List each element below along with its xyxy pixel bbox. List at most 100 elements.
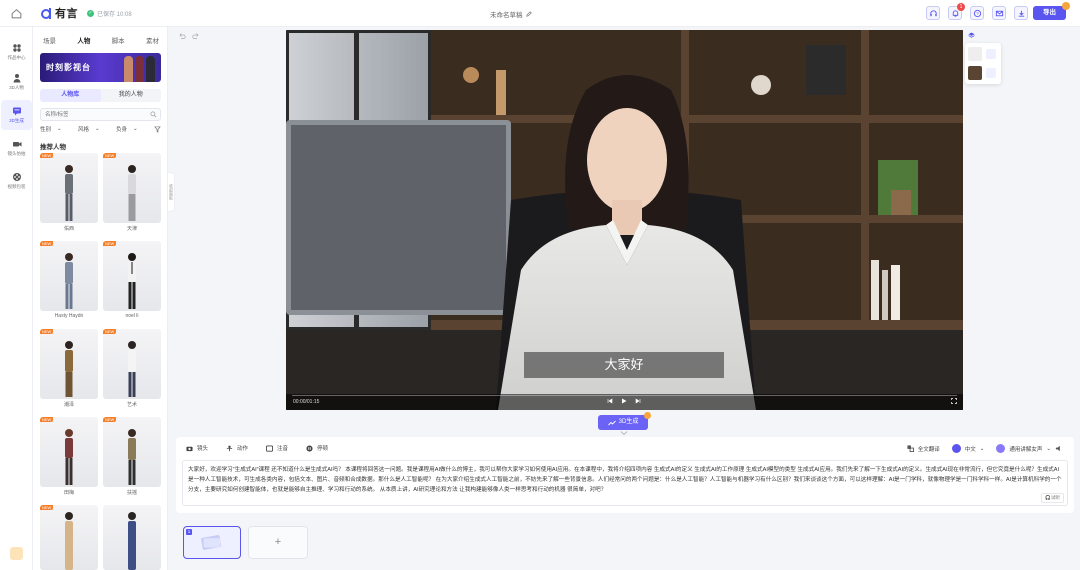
character-figure <box>65 512 73 570</box>
character-card[interactable]: NEW <box>40 505 98 570</box>
edit-layer-icon[interactable] <box>986 49 996 59</box>
rail-item-camera-imitate[interactable]: 镜头仿拍 <box>1 133 32 163</box>
subtab-my-characters[interactable]: 我的人物 <box>101 89 162 102</box>
layer-thumb-background[interactable] <box>968 66 982 80</box>
chevron-down-icon[interactable] <box>620 431 628 435</box>
rail-item-3d-person[interactable]: 3D人物 <box>1 67 32 97</box>
character-card[interactable]: NEW <box>40 153 98 223</box>
language-label: 中文 <box>964 446 976 453</box>
add-scene-button[interactable]: + <box>248 526 308 559</box>
character-search <box>40 108 161 121</box>
pause-icon <box>306 444 313 452</box>
character-name: 潮泽 <box>63 402 74 408</box>
filter-style[interactable]: 风格 ⌄ <box>78 125 100 133</box>
home-icon[interactable] <box>10 7 23 20</box>
rail-item-label: 镜头仿拍 <box>7 151 26 156</box>
tab-character[interactable]: 人物 <box>73 35 94 45</box>
promo-banner[interactable]: 时刻影视台 <box>40 53 161 82</box>
funnel-filter-icon[interactable] <box>154 126 161 133</box>
scene-thumbnail[interactable]: 1 <box>183 526 241 559</box>
language-select[interactable]: 中文 ⌄ <box>951 444 984 453</box>
tool-gesture[interactable]: 动作 <box>226 444 248 452</box>
script-options: 全文翻译 中文 ⌄ 通用讲解女声 ⌄ <box>907 444 1062 453</box>
full-translate-button[interactable]: 全文翻译 <box>907 445 940 453</box>
section-title: 推荐人物 <box>40 144 66 151</box>
language-avatar <box>951 444 961 453</box>
search-icon[interactable] <box>150 111 157 118</box>
fullscreen-icon[interactable] <box>951 398 957 404</box>
subtitle-caption: 大家好 <box>524 352 724 378</box>
speaker-icon[interactable] <box>1055 445 1062 452</box>
headset-support-icon[interactable] <box>926 6 940 20</box>
tool-label: 动作 <box>237 446 249 452</box>
chevron-down-icon: ⌄ <box>133 126 138 132</box>
script-textarea[interactable]: 大家好，欢迎学习“生成式AI”课程 还不知道什么是生成式AI吗？ 本课程将回答这… <box>182 460 1068 506</box>
vip-gift-icon[interactable] <box>10 547 23 560</box>
character-figure <box>128 512 136 570</box>
progress-track[interactable] <box>292 395 957 396</box>
character-card[interactable]: NEW <box>40 329 98 399</box>
rail-item-3d-generate[interactable]: 3D生成 <box>1 100 32 130</box>
tab-script[interactable]: 脚本 <box>108 35 129 45</box>
character-card[interactable]: NEW <box>40 417 98 487</box>
download-icon[interactable] <box>1014 6 1028 20</box>
document-title[interactable]: 未命名草稿 <box>490 9 532 19</box>
character-name: 扶摇 <box>126 490 137 496</box>
playback-time: 00:00/01:15 <box>293 399 320 405</box>
character-card[interactable]: NEW <box>103 417 161 487</box>
collapse-panel-handle[interactable]: 收起面板 <box>167 172 175 212</box>
tool-camera[interactable]: 镜头 <box>186 444 208 452</box>
previous-icon[interactable] <box>607 398 613 404</box>
character-card[interactable]: NEW <box>40 241 98 311</box>
generate-label: 3D生成 <box>618 419 639 425</box>
character-card[interactable]: NEW <box>103 153 161 223</box>
scene-preview-icon <box>201 535 222 550</box>
voice-select[interactable]: 通用讲解女声 ⌄ <box>996 444 1062 453</box>
character-figure <box>128 165 136 221</box>
listen-label: 试听 <box>1051 495 1060 500</box>
listen-button[interactable]: 🎧试听 <box>1041 493 1064 503</box>
tool-phonetic[interactable]: 注音 <box>266 444 288 452</box>
character-name: 艺术 <box>126 402 137 408</box>
vip-crown-icon <box>644 412 651 419</box>
filter-label: 风格 <box>78 127 90 133</box>
video-preview[interactable]: 大家好 00:00/01:15 <box>286 30 963 410</box>
character-figure <box>128 429 136 485</box>
notification-bell-icon[interactable]: 1 <box>948 3 965 20</box>
new-badge: NEW <box>40 329 54 334</box>
chevron-down-icon: ⌄ <box>57 126 62 132</box>
layer-thumb-character[interactable] <box>968 47 982 61</box>
voice-avatar <box>996 444 1006 453</box>
app-logo[interactable]: 有言 <box>41 5 78 21</box>
script-editor: 镜头 动作 注音 停顿 全文翻译 中文 ⌄ 通用讲解女声 ⌄ 大家好，欢迎学习“生成… <box>176 437 1074 513</box>
banner-figure <box>146 56 155 82</box>
export-button[interactable]: 导出 <box>1033 2 1070 20</box>
next-icon[interactable] <box>635 398 641 404</box>
banner-figure <box>124 56 133 82</box>
rail-item-works-center[interactable]: 作品中心 <box>1 37 32 67</box>
tab-scene[interactable]: 场景 <box>39 35 60 45</box>
layers-icon[interactable] <box>968 32 975 39</box>
rail-item-video-packaging[interactable]: 视频包装 <box>1 166 32 196</box>
search-input[interactable] <box>41 109 141 120</box>
tool-pause[interactable]: 停顿 <box>306 444 328 452</box>
help-icon[interactable]: ? <box>970 6 984 20</box>
filter-gender[interactable]: 性别 ⌄ <box>40 125 62 133</box>
character-card[interactable]: NEW <box>103 329 161 399</box>
message-icon[interactable] <box>992 6 1006 20</box>
edit-pencil-icon[interactable] <box>525 11 532 17</box>
character-panel: 场景 人物 脚本 素材 时刻影视台 人物库 我的人物 性别 ⌄ 风格 ⌄ 负身 ⌄ 推… <box>33 27 168 570</box>
logo-text: 有言 <box>55 8 78 20</box>
filter-body[interactable]: 负身 ⌄ <box>116 125 138 133</box>
top-bar: 有言 ✓ 已保存 10:08 未命名草稿 1 ? 导出 <box>0 0 1080 27</box>
tab-material[interactable]: 素材 <box>142 35 163 45</box>
character-card[interactable] <box>103 505 161 570</box>
character-figure <box>128 341 136 397</box>
character-card[interactable]: NEW <box>103 241 161 311</box>
undo-icon[interactable] <box>178 32 186 40</box>
3d-generate-button[interactable]: 3D生成 <box>598 415 648 430</box>
play-icon[interactable] <box>621 398 627 404</box>
edit-layer-icon[interactable] <box>986 68 996 78</box>
redo-icon[interactable] <box>192 32 200 40</box>
subtab-character-library[interactable]: 人物库 <box>40 89 101 102</box>
